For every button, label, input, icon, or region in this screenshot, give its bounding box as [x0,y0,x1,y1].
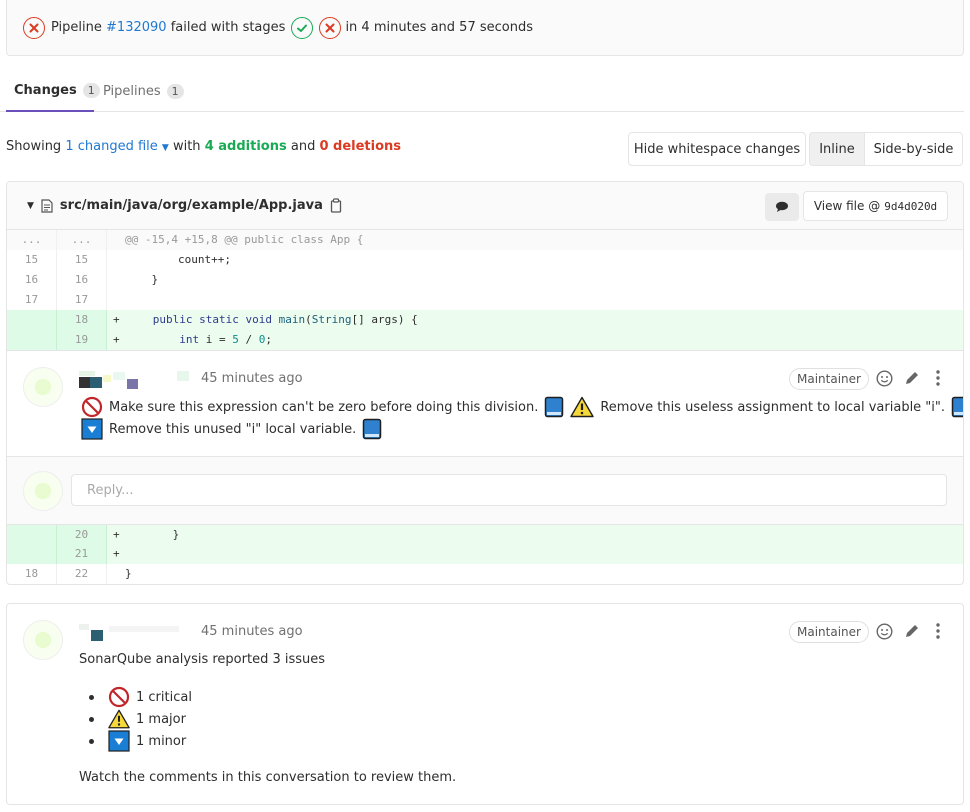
stage-success-icon[interactable] [291,16,314,39]
pipeline-banner: Pipeline #132090 failed with stages in 4… [6,0,964,56]
file-icon [41,198,53,213]
minor-issue-icon [81,418,103,440]
critical-blocker-icon [108,686,130,708]
diff-line-added: 21 + [7,544,963,564]
summary-note: 45 minutes ago Maintainer SonarQube anal… [6,603,964,805]
author-name[interactable] [79,371,191,389]
diff-line-added: 20 + } [7,524,963,545]
critical-blocker-icon [81,396,103,418]
file-path: src/main/java/org/example/App.java [59,198,323,213]
tab-changes[interactable]: Changes 1 [6,70,100,112]
changed-files-dropdown[interactable]: 1 changed file ▼ [65,139,169,154]
book-icon[interactable] [544,396,564,418]
diff-line: 16 16 } [7,270,963,290]
diff-file: ▼ src/main/java/org/example/App.java Vie… [6,181,964,585]
pipeline-failed-icon[interactable] [23,16,45,39]
note-timestamp[interactable]: 45 minutes ago [201,624,303,639]
note-timestamp[interactable]: 45 minutes ago [201,371,303,386]
avatar[interactable] [23,367,63,407]
reply-input[interactable]: Reply... [71,474,947,506]
stage-failed-icon[interactable] [319,16,342,39]
collapse-caret-icon[interactable]: ▼ [27,201,34,211]
note-body-line-2: Remove this unused "i" local variable. [81,418,382,440]
reply-area: Reply... [7,456,963,524]
list-item: 1 major [89,708,192,730]
pipeline-id-link[interactable]: #132090 [106,20,167,35]
diff-line: 15 15 count++; [7,250,963,270]
diff-line-added: 18 + public static void main(String[] ar… [7,310,963,330]
copy-clipboard-icon[interactable] [330,198,342,213]
note-footer: Watch the comments in this conversation … [79,770,457,785]
emoji-reaction-icon[interactable] [876,623,893,640]
diff-file-header: ▼ src/main/java/org/example/App.java Vie… [7,182,963,230]
diff-summary: Showing 1 changed file ▼ with 4 addition… [6,139,402,154]
edit-pencil-icon[interactable] [904,370,920,386]
role-badge: Maintainer [789,621,869,643]
pipeline-duration: in 4 minutes and 57 seconds [345,20,533,35]
list-item: 1 minor [89,730,192,752]
edit-pencil-icon[interactable] [904,623,920,639]
comment-icon [776,201,788,212]
note-heading: SonarQube analysis reported 3 issues [79,652,326,667]
avatar [23,471,63,511]
toggle-comments-button[interactable] [765,193,799,221]
major-warning-icon [570,396,595,418]
tab-pipelines-count: 1 [166,83,184,99]
book-icon[interactable] [951,396,964,418]
diff-hunk-header: ...... @@ -15,4 +15,8 @@ public class Ap… [7,230,963,250]
diff-line: 18 22 } [7,564,963,584]
book-icon[interactable] [362,418,382,440]
author-name[interactable] [79,624,191,641]
more-actions-icon[interactable] [936,370,940,386]
diff-line-added: 19 + int i = 5 / 0; [7,330,963,350]
issue-list: 1 critical 1 major 1 minor [89,686,192,752]
emoji-reaction-icon[interactable] [876,370,893,387]
deletions-count: 0 deletions [319,139,402,154]
minor-issue-icon [108,730,130,752]
tab-pipelines[interactable]: Pipelines 1 [95,70,192,112]
inline-view-button[interactable]: Inline [809,132,865,166]
view-file-button[interactable]: View file @ 9d4d020d [803,191,948,221]
discussion-note: 45 minutes ago Maintainer Make sure this… [7,350,963,456]
more-actions-icon[interactable] [936,623,940,639]
note-body-line-1: Make sure this expression can't be zero … [81,396,964,418]
caret-down-icon: ▼ [161,143,169,153]
additions-count: 4 additions [204,139,287,154]
hide-whitespace-button[interactable]: Hide whitespace changes [628,132,806,166]
list-item: 1 critical [89,686,192,708]
pipeline-text: Pipeline #132090 failed with stages [51,20,286,35]
diff-line: 17 17 [7,290,963,310]
major-warning-icon [108,709,130,729]
role-badge: Maintainer [789,368,869,390]
merge-request-tabs: Changes 1 Pipelines 1 [0,70,964,112]
side-by-side-view-button[interactable]: Side-by-side [864,132,963,166]
avatar[interactable] [23,620,63,660]
